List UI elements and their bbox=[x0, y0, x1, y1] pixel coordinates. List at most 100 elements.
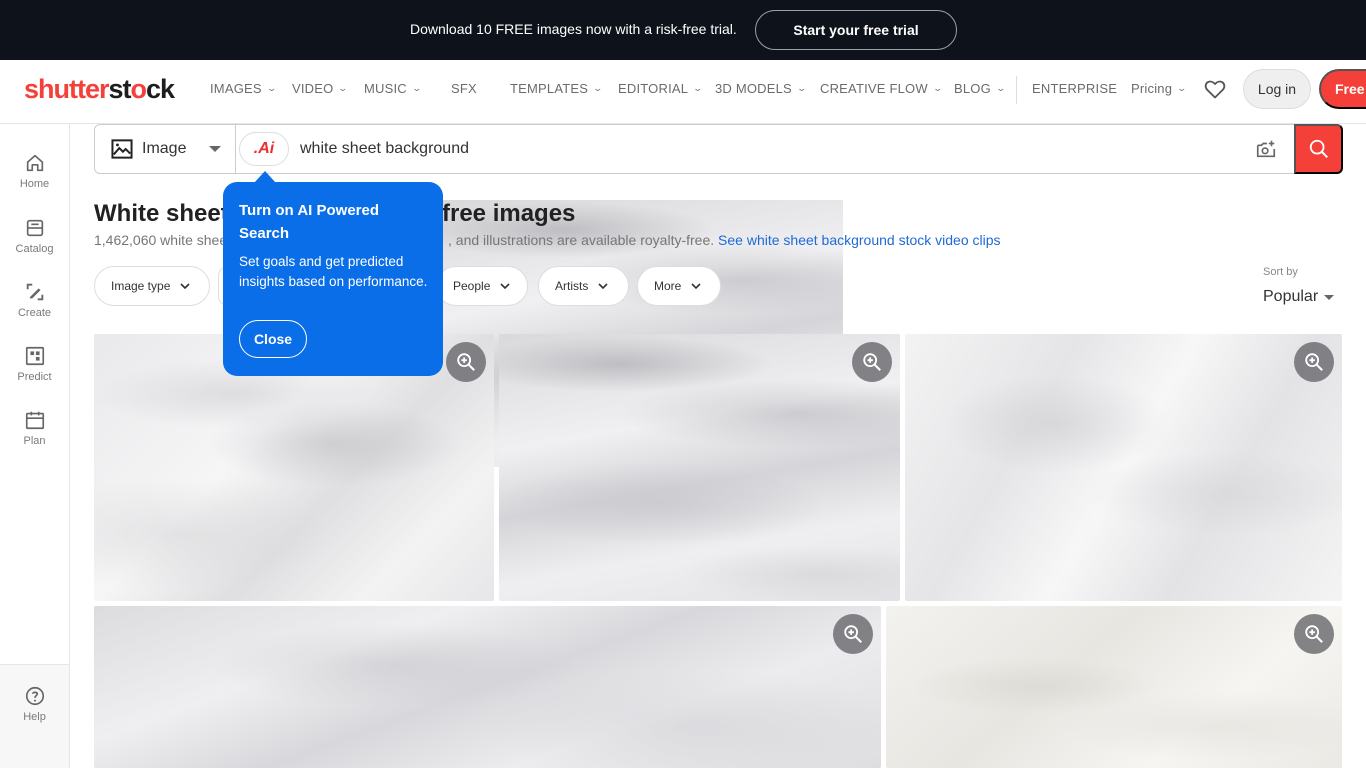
caret-down-icon bbox=[1324, 294, 1335, 300]
title-start: White sheet bbox=[94, 200, 229, 227]
zoom-in-icon bbox=[844, 625, 862, 643]
nav-label: BLOG bbox=[954, 81, 991, 96]
search-input[interactable] bbox=[300, 137, 1240, 161]
free-trial-button[interactable]: Free trial bbox=[1319, 69, 1366, 109]
chevron-down-icon: ⌄ bbox=[995, 83, 1007, 93]
popover-title: Turn on AI Powered Search bbox=[239, 202, 380, 242]
nav-label: TEMPLATES bbox=[510, 81, 589, 96]
image-result[interactable] bbox=[886, 606, 1342, 768]
catalog-icon bbox=[26, 219, 43, 237]
filter-label: More bbox=[654, 279, 682, 293]
sidebar-item-plan[interactable]: Plan bbox=[0, 409, 69, 447]
image-result[interactable] bbox=[905, 334, 1342, 601]
ai-search-toggle[interactable]: .Ai bbox=[239, 132, 289, 166]
asset-type-label: Image bbox=[142, 140, 187, 157]
chevron-down-icon: ⌄ bbox=[337, 83, 349, 93]
image-result[interactable] bbox=[499, 334, 900, 601]
nav-creative-flow[interactable]: CREATIVE FLOW ⌄ bbox=[820, 81, 943, 96]
heart-icon[interactable] bbox=[1203, 77, 1227, 101]
nav-label: CREATIVE FLOW bbox=[820, 81, 928, 96]
ai-search-popover: Turn on AI Powered Search Set goals and … bbox=[223, 182, 443, 376]
zoom-in-icon bbox=[1305, 625, 1323, 643]
ai-badge-icon: .Ai bbox=[253, 140, 275, 157]
nav-video[interactable]: VIDEO ⌄ bbox=[292, 81, 349, 96]
nav-divider bbox=[1016, 76, 1017, 104]
result-count-text: 1,462,060 white shee bbox=[94, 232, 228, 248]
nav-label: 3D MODELS bbox=[715, 81, 792, 96]
chevron-down-icon: ⌄ bbox=[266, 83, 278, 93]
logo-text-part1: shutter bbox=[24, 74, 110, 104]
predict-icon bbox=[25, 346, 44, 366]
chevron-down-icon bbox=[598, 283, 608, 289]
filter-label: People bbox=[453, 279, 491, 293]
promo-banner: Download 10 FREE images now with a risk-… bbox=[0, 0, 1366, 60]
filter-more[interactable]: More bbox=[637, 266, 721, 306]
sidebar-label: Plan bbox=[23, 435, 46, 447]
filter-image-type[interactable]: Image type bbox=[94, 266, 210, 306]
site-header: shutterstock IMAGES ⌄ VIDEO ⌄ MUSIC ⌄ SFX T… bbox=[0, 60, 1366, 124]
sort-select[interactable]: Popular bbox=[1263, 288, 1335, 306]
zoom-preview-button[interactable] bbox=[833, 614, 873, 654]
sidebar-item-create[interactable]: Create bbox=[0, 281, 69, 319]
nav-music[interactable]: MUSIC ⌄ bbox=[364, 81, 423, 96]
filter-people[interactable]: People bbox=[436, 266, 528, 306]
video-clips-link[interactable]: See white sheet background stock video c… bbox=[718, 232, 1001, 248]
results-subtitle: 1,462,060 white shee , and illustrations… bbox=[94, 232, 1001, 248]
nav-pricing[interactable]: Pricing ⌄ bbox=[1131, 81, 1188, 96]
logo-text-part2: st bbox=[108, 74, 132, 104]
nav-sfx[interactable]: SFX bbox=[451, 81, 477, 96]
search-bar: Image .Ai bbox=[94, 124, 1343, 174]
nav-label: MUSIC bbox=[364, 81, 407, 96]
zoom-preview-button[interactable] bbox=[1294, 614, 1334, 654]
logo-text-part3: o bbox=[130, 74, 147, 104]
search-icon bbox=[1309, 139, 1328, 158]
nav-label: ENTERPRISE bbox=[1032, 81, 1118, 96]
subtitle-text: , and illustrations are available royalt… bbox=[448, 232, 715, 248]
zoom-in-icon bbox=[1305, 353, 1323, 371]
logo-text-part4: ck bbox=[146, 74, 175, 104]
sort-value: Popular bbox=[1263, 288, 1319, 305]
zoom-preview-button[interactable] bbox=[852, 342, 892, 382]
nav-label: IMAGES bbox=[210, 81, 262, 96]
plan-icon bbox=[25, 411, 44, 430]
nav-editorial[interactable]: EDITORIAL ⌄ bbox=[618, 81, 704, 96]
start-free-trial-button[interactable]: Start your free trial bbox=[755, 10, 957, 50]
sidebar-item-catalog[interactable]: Catalog bbox=[0, 217, 69, 255]
chevron-down-icon: ⌄ bbox=[796, 83, 808, 93]
sidebar-item-predict[interactable]: Predict bbox=[0, 345, 69, 383]
chevron-down-icon: ⌄ bbox=[1176, 83, 1188, 93]
zoom-preview-button[interactable] bbox=[446, 342, 486, 382]
nav-enterprise[interactable]: ENTERPRISE bbox=[1032, 81, 1117, 96]
nav-blog[interactable]: BLOG ⌄ bbox=[954, 81, 1007, 96]
filter-label: Artists bbox=[555, 279, 589, 293]
chevron-down-icon bbox=[500, 283, 510, 289]
chevron-down-icon: ⌄ bbox=[692, 83, 704, 93]
camera-search-icon[interactable] bbox=[1255, 138, 1277, 160]
sidebar-item-help[interactable]: Help bbox=[0, 685, 69, 723]
nav-label: VIDEO bbox=[292, 81, 334, 96]
login-button[interactable]: Log in bbox=[1243, 69, 1311, 109]
nav-label: Pricing bbox=[1131, 81, 1173, 96]
filter-artists[interactable]: Artists bbox=[538, 266, 629, 306]
promo-text: Download 10 FREE images now with a risk-… bbox=[410, 21, 737, 37]
sidebar-help-area: Help bbox=[0, 664, 69, 768]
page-title: White sheet free images bbox=[94, 200, 843, 467]
home-icon bbox=[26, 154, 43, 172]
nav-images[interactable]: IMAGES ⌄ bbox=[210, 81, 278, 96]
sidebar-label: Catalog bbox=[15, 243, 54, 255]
chevron-down-icon: ⌄ bbox=[411, 83, 423, 93]
search-button[interactable] bbox=[1294, 124, 1343, 174]
sort-label: Sort by bbox=[1263, 266, 1298, 278]
shutterstock-logo[interactable]: shutterstock bbox=[24, 74, 175, 105]
zoom-in-icon bbox=[863, 353, 881, 371]
nav-3d-models[interactable]: 3D MODELS ⌄ bbox=[715, 81, 808, 96]
popover-body: Set goals and get predicted insights bas… bbox=[239, 254, 428, 289]
zoom-preview-button[interactable] bbox=[1294, 342, 1334, 382]
popover-close-button[interactable]: Close bbox=[239, 320, 307, 358]
chevron-down-icon bbox=[180, 283, 190, 289]
sidebar-item-home[interactable]: Home bbox=[0, 152, 69, 190]
nav-templates[interactable]: TEMPLATES ⌄ bbox=[510, 81, 603, 96]
nav-label: SFX bbox=[451, 81, 477, 96]
asset-type-select[interactable]: Image bbox=[95, 125, 236, 173]
image-result[interactable] bbox=[94, 606, 881, 768]
